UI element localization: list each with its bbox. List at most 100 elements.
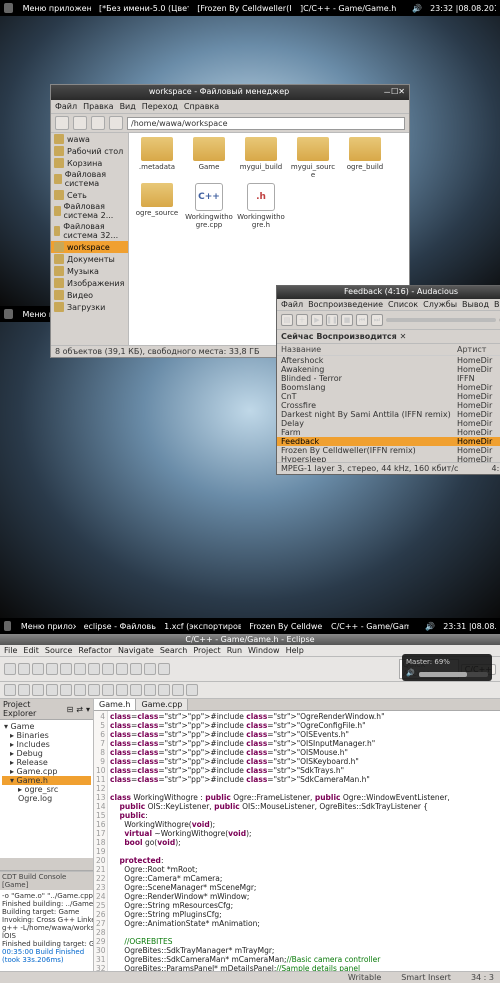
playlist-row[interactable]: CrossfireHomeDir3:26 [277, 401, 500, 410]
next-button[interactable]: ⏭ [371, 314, 383, 326]
tree-item[interactable]: ▸ Debug [2, 749, 91, 758]
playlist[interactable]: AftershockHomeDir5:01AwakeningHomeDir4:0… [277, 356, 500, 462]
task-gimp[interactable]: [*Без имени-5.0 (Цвето... [99, 4, 189, 13]
tb2-btn[interactable] [186, 684, 198, 696]
home-button[interactable] [109, 116, 123, 130]
tree-item[interactable]: ▸ ogre_src [2, 785, 91, 794]
fm-menu-edit[interactable]: Правка [83, 102, 113, 111]
xfce-menu-icon[interactable] [4, 3, 13, 13]
path-input[interactable]: /home/wawa/workspace [127, 117, 405, 130]
tb2-btn[interactable] [172, 684, 184, 696]
volume-slider[interactable] [419, 672, 488, 677]
xfce-menu-icon[interactable] [4, 621, 11, 631]
volume-icon[interactable]: 🔊 [425, 622, 435, 631]
tree-item[interactable]: Ogre.log [2, 794, 91, 803]
tb2-btn[interactable] [18, 684, 30, 696]
fm-item[interactable]: ogre_source [133, 183, 181, 229]
task-eclipse[interactable]: ]C/C++ - Game/Game.h - ... [300, 4, 396, 13]
tree-item[interactable]: ▾ Game.h [2, 776, 91, 785]
up-button[interactable] [91, 116, 105, 130]
console-btn[interactable] [3, 859, 13, 869]
view-menu-icon[interactable]: ▾ [86, 705, 90, 714]
menu-run[interactable]: Run [227, 646, 242, 655]
aud-menu-view[interactable]: Вид [494, 300, 500, 309]
aud-titlebar[interactable]: Feedback (4:16) - Audacious － ☐ ✕ [277, 286, 500, 299]
fm-side-item[interactable]: Корзина [51, 157, 128, 169]
playlist-row[interactable]: CnTHomeDir2:10 [277, 392, 500, 401]
fm-menu-go[interactable]: Переход [142, 102, 178, 111]
fm-side-item[interactable]: Загрузки [51, 301, 128, 313]
aud-menu-file[interactable]: Файл [281, 300, 303, 309]
task-eclipse[interactable]: C/C++ - Game/Game.h - E... [331, 622, 409, 631]
fm-menu-help[interactable]: Справка [184, 102, 219, 111]
playlist-row[interactable]: AftershockHomeDir5:01 [277, 356, 500, 365]
code-editor[interactable]: 4567891011121314151617181920212223242526… [94, 711, 500, 971]
app-menu[interactable]: Меню приложений [23, 4, 91, 13]
fm-item[interactable]: C++Workingwithogre.cpp [185, 183, 233, 229]
back-button[interactable] [55, 116, 69, 130]
console-btn[interactable] [39, 859, 49, 869]
minimize-icon[interactable]: － [383, 87, 391, 98]
aud-menu-list[interactable]: Список [388, 300, 418, 309]
tree-item[interactable]: ▸ Release [2, 758, 91, 767]
eclipse-titlebar[interactable]: C/C++ - Game/Game.h - Eclipse [0, 634, 500, 645]
menu-edit[interactable]: Edit [23, 646, 39, 655]
playlist-row[interactable]: AwakeningHomeDir4:09 [277, 365, 500, 374]
fm-side-item[interactable]: Файловая система 2... [51, 201, 128, 221]
playlist-row[interactable]: DelayHomeDir4:08 [277, 419, 500, 428]
tb2-btn[interactable] [102, 684, 114, 696]
maximize-icon[interactable]: ☐ [391, 87, 398, 98]
build-button[interactable] [46, 663, 58, 675]
new-button[interactable] [4, 663, 16, 675]
tree-item[interactable]: ▸ Binaries [2, 731, 91, 740]
tab-game-h[interactable]: Game.h [94, 699, 136, 710]
playlist-row[interactable]: Blinded - TerrorIFFN4:12 [277, 374, 500, 383]
menu-refactor[interactable]: Refactor [78, 646, 112, 655]
fm-item[interactable]: mygui_source [289, 137, 337, 179]
console-btn[interactable] [51, 859, 61, 869]
fm-item[interactable]: ogre_build [341, 137, 389, 179]
app-menu[interactable]: Меню приложений [21, 622, 76, 631]
menu-source[interactable]: Source [45, 646, 72, 655]
next-annotation-button[interactable] [144, 663, 156, 675]
open-type-button[interactable] [102, 663, 114, 675]
task-audacious[interactable]: [Frozen By Celldweller(IFT... [197, 4, 292, 13]
fm-side-item[interactable]: Рабочий стол [51, 145, 128, 157]
fm-side-item[interactable]: workspace [51, 241, 128, 253]
menu-navigate[interactable]: Navigate [118, 646, 154, 655]
task-filemanager[interactable]: eclipse - Файловый мен... [84, 622, 157, 631]
add-button[interactable]: ＋ [296, 314, 308, 326]
fm-side-item[interactable]: Музыка [51, 265, 128, 277]
playlist-row[interactable]: HypersleepHomeDir2:46 [277, 455, 500, 462]
tb2-btn[interactable] [144, 684, 156, 696]
fm-item[interactable]: .metadata [133, 137, 181, 179]
tab-game-cpp[interactable]: Game.cpp [136, 699, 188, 710]
save-button[interactable] [18, 663, 30, 675]
playlist-row[interactable]: BoomslangHomeDir4:00 [277, 383, 500, 392]
run-button[interactable] [74, 663, 86, 675]
fm-titlebar[interactable]: workspace - Файловый менеджер － ☐ ✕ [51, 85, 409, 100]
menu-window[interactable]: Window [248, 646, 280, 655]
fm-item[interactable]: .hWorkingwithogre.h [237, 183, 285, 229]
task-audacious[interactable]: Frozen By Celldweller(IFT... [249, 622, 323, 631]
xfce-menu-icon[interactable] [4, 309, 13, 319]
forward-button[interactable] [73, 116, 87, 130]
toggle-mark-button[interactable] [130, 663, 142, 675]
menu-file[interactable]: File [4, 646, 17, 655]
menu-search[interactable]: Search [160, 646, 187, 655]
seek-slider[interactable] [386, 318, 496, 322]
playlist-row[interactable]: Darkest night By Sami Anttila (IFFN remi… [277, 410, 500, 419]
pause-button[interactable]: ❚❚ [326, 314, 338, 326]
aud-menu-play[interactable]: Воспроизведение [308, 300, 383, 309]
tb2-btn[interactable] [116, 684, 128, 696]
search-button[interactable] [116, 663, 128, 675]
tree-item[interactable]: ▸ Game.cpp [2, 767, 91, 776]
fm-side-item[interactable]: Видео [51, 289, 128, 301]
tb2-btn[interactable] [88, 684, 100, 696]
console-btn[interactable] [27, 859, 37, 869]
tree-item[interactable]: ▸ Includes [2, 740, 91, 749]
profile-button[interactable] [88, 663, 100, 675]
col-artist[interactable]: Артист [457, 345, 500, 354]
col-title[interactable]: Название [281, 345, 457, 354]
prev-annotation-button[interactable] [158, 663, 170, 675]
